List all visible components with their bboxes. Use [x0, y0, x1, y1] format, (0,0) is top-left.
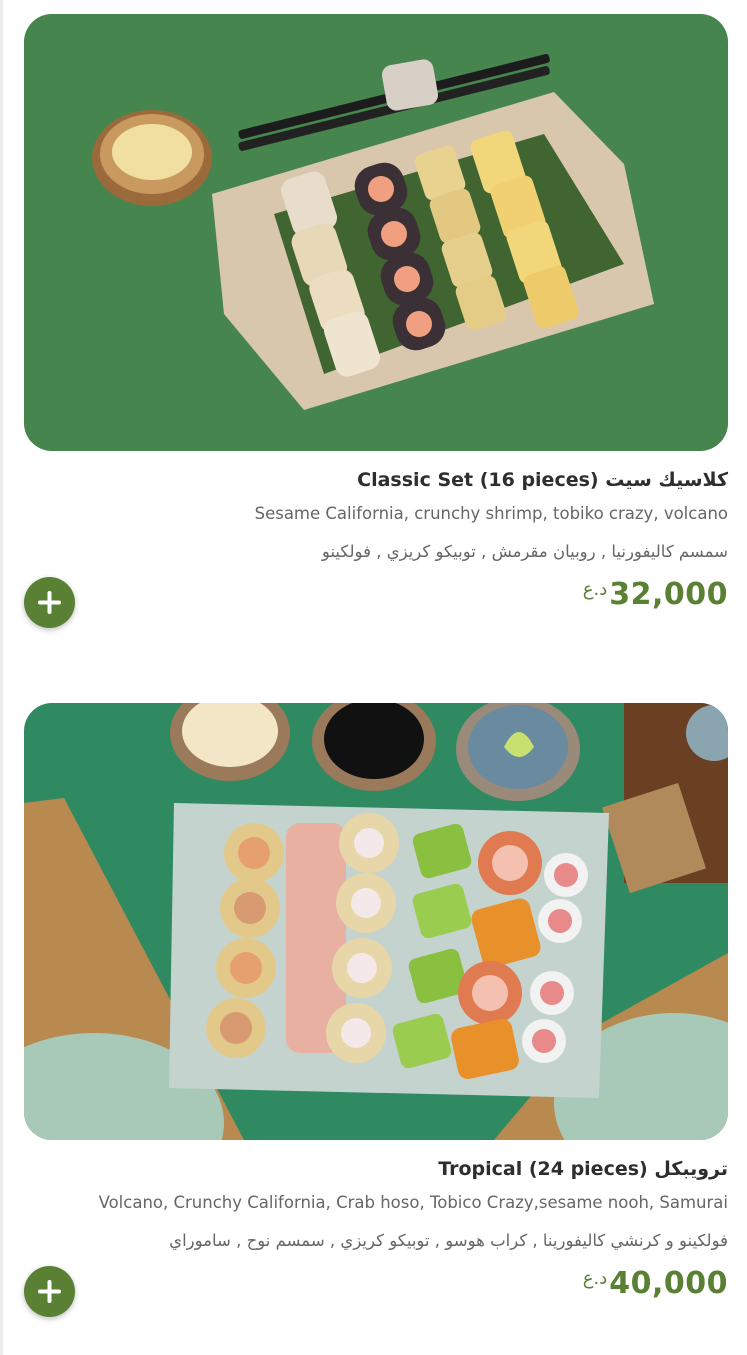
item-description-ar: سمسم كاليفورنيا , روبيان مقرمش , توبيكو …: [321, 542, 728, 561]
item-photo[interactable]: [24, 14, 728, 451]
item-price: د.ع 40,000: [583, 1266, 728, 1301]
add-to-cart-button[interactable]: [24, 577, 75, 628]
price-amount: 32,000: [609, 577, 728, 612]
menu-item-card[interactable]: Classic Set (16 pieces) كلاسيك سيت Sesam…: [24, 14, 728, 631]
ginger-bowl: [92, 110, 212, 206]
item-title: Classic Set (16 pieces) كلاسيك سيت: [357, 469, 728, 491]
tropical-set-sushi-photo: [24, 703, 728, 1140]
item-description-en: Volcano, Crunchy California, Crab hoso, …: [98, 1193, 728, 1212]
currency-label: د.ع: [582, 579, 608, 600]
page-left-edge: [0, 0, 3, 1355]
menu-item-card[interactable]: Tropical (24 pieces) ترويبكل Volcano, Cr…: [24, 703, 728, 1320]
item-description-en: Sesame California, crunchy shrimp, tobik…: [254, 504, 728, 523]
price-amount: 40,000: [609, 1266, 728, 1301]
item-photo[interactable]: [24, 703, 728, 1140]
item-title: Tropical (24 pieces) ترويبكل: [438, 1158, 728, 1180]
item-footer: د.ع 40,000: [24, 1260, 728, 1320]
item-footer: د.ع 32,000: [24, 571, 728, 631]
classic-set-sushi-photo: [24, 14, 728, 451]
currency-label: د.ع: [582, 1268, 608, 1289]
item-price: د.ع 32,000: [583, 577, 728, 612]
item-description-ar: فولكينو و كرنشي كاليفورينا , كراب هوسو ,…: [169, 1231, 728, 1250]
plus-icon: [38, 1280, 61, 1303]
add-to-cart-button[interactable]: [24, 1266, 75, 1317]
plus-icon: [38, 591, 61, 614]
